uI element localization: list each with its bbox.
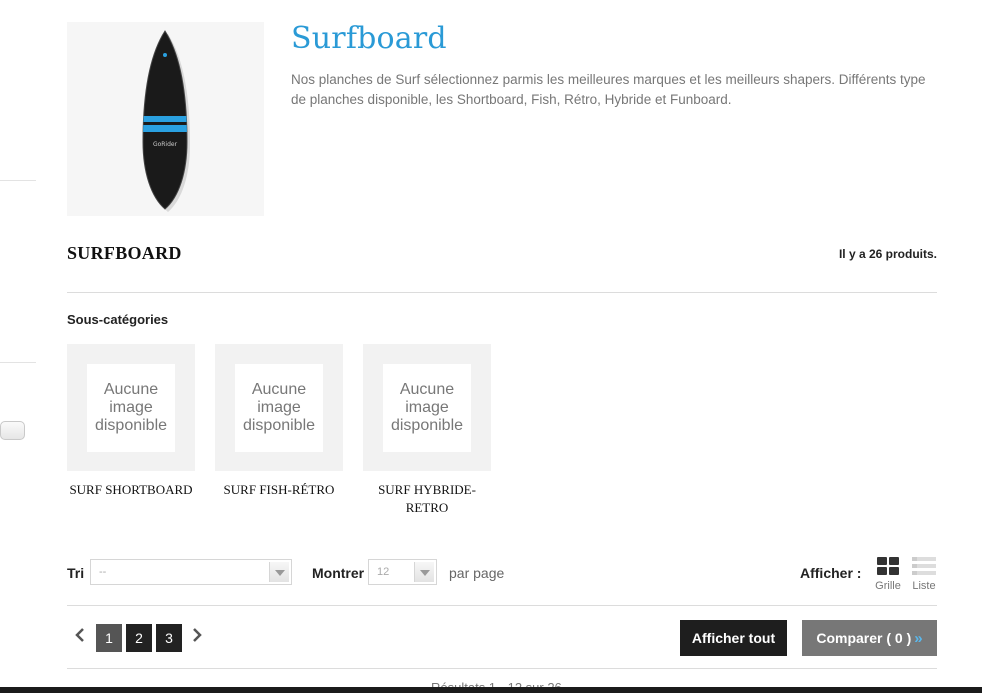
grid-icon[interactable] — [876, 556, 900, 576]
category-title: Surfboard — [291, 21, 447, 56]
subcategory-card[interactable]: Aucune image disponible SURF HYBRIDE-RET… — [363, 344, 491, 517]
subcategory-image[interactable]: Aucune image disponible — [215, 344, 343, 471]
per-page-label: par page — [449, 565, 505, 581]
sort-select-value: -- — [99, 566, 107, 578]
list-view-label[interactable]: Liste — [909, 580, 939, 592]
sort-bar: Tri -- Montrer 12 par page Afficher : Gr… — [67, 556, 937, 606]
compare-button[interactable]: Comparer ( 0 )» — [802, 620, 937, 656]
pagination-row: 1 2 3 Afficher tout Comparer ( 0 )» — [67, 607, 937, 669]
compare-button-label: Comparer ( 0 ) — [816, 630, 912, 646]
subcategory-image[interactable]: Aucune image disponible — [363, 344, 491, 471]
grid-view-label[interactable]: Grille — [873, 580, 903, 592]
no-image-placeholder: Aucune image disponible — [383, 364, 471, 452]
footer-band — [0, 687, 982, 693]
page-title: SURFBOARD — [67, 243, 182, 263]
category-heading-row: SURFBOARD Il y a 26 produits. — [67, 243, 937, 293]
subcategory-name[interactable]: SURF FISH-RÉTRO — [215, 481, 343, 499]
product-count: Il y a 26 produits. — [838, 247, 937, 261]
chevron-right-icon[interactable] — [192, 628, 202, 642]
no-image-placeholder: Aucune image disponible — [87, 364, 175, 452]
board-brand-text: GoRider — [153, 141, 178, 148]
subcategories-title: Sous-catégories — [67, 312, 169, 327]
sidebar-divider — [0, 180, 36, 181]
chevron-down-icon[interactable] — [414, 562, 434, 582]
category-description: Nos planches de Surf sélectionnez parmis… — [291, 72, 926, 107]
list-view-button[interactable]: Liste — [909, 556, 939, 592]
view-label: Afficher : — [800, 565, 862, 581]
sidebar-divider — [0, 362, 36, 363]
subcategory-name[interactable]: SURF SHORTBOARD — [67, 481, 195, 499]
per-page-value: 12 — [377, 566, 390, 578]
per-page-select[interactable]: 12 — [368, 559, 437, 585]
chevron-down-icon[interactable] — [269, 562, 289, 582]
subcategory-card[interactable]: Aucune image disponible SURF FISH-RÉTRO — [215, 344, 343, 499]
double-chevron-right-icon: » — [914, 630, 923, 647]
sort-select[interactable]: -- — [90, 559, 292, 585]
list-icon[interactable] — [912, 556, 936, 576]
sort-label: Tri — [67, 565, 85, 581]
show-all-button[interactable]: Afficher tout — [680, 620, 787, 656]
grid-view-button[interactable]: Grille — [873, 556, 903, 592]
show-label: Montrer — [312, 565, 365, 581]
no-image-placeholder: Aucune image disponible — [235, 364, 323, 452]
chevron-left-icon[interactable] — [75, 628, 85, 642]
page-link[interactable]: 2 — [126, 624, 152, 652]
category-image: GoRider — [67, 22, 264, 216]
page-link-current[interactable]: 1 — [96, 624, 122, 652]
page-link[interactable]: 3 — [156, 624, 182, 652]
sidebar-slider-handle[interactable] — [0, 421, 25, 440]
subcategory-name[interactable]: SURF HYBRIDE-RETRO — [363, 481, 491, 517]
subcategory-image[interactable]: Aucune image disponible — [67, 344, 195, 471]
subcategory-card[interactable]: Aucune image disponible SURF SHORTBOARD — [67, 344, 195, 499]
